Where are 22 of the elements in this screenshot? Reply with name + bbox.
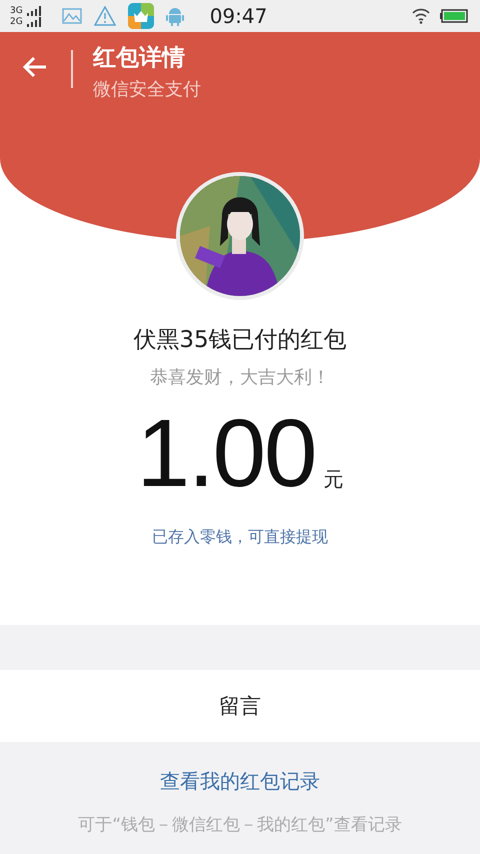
- signal-icon: [26, 16, 44, 26]
- warning-icon: [94, 6, 116, 26]
- sender-title: 伏黑35钱已付的红包: [133, 326, 347, 355]
- greeting-text: 恭喜发财，大吉大利！: [150, 366, 330, 389]
- clock-time: 09:47: [210, 4, 268, 28]
- network-label: 2G: [10, 16, 23, 26]
- back-arrow-icon[interactable]: [22, 56, 48, 78]
- records-link[interactable]: 查看我的红包记录: [160, 768, 320, 795]
- message-row[interactable]: 留言: [0, 670, 480, 742]
- network-label: 3G: [10, 6, 23, 16]
- android-icon: [166, 6, 184, 26]
- image-icon: [62, 8, 82, 24]
- app-icon: [128, 3, 154, 29]
- amount: 1.00: [136, 399, 316, 509]
- signal-icon: [26, 6, 44, 16]
- page-title: 红包详情: [93, 44, 186, 73]
- battery-icon: [440, 9, 468, 23]
- records-hint: 可于“钱包－微信红包－我的红包”查看记录: [78, 814, 402, 836]
- balance-note: 已存入零钱，可直接提现: [152, 527, 328, 548]
- currency-label: 元: [323, 466, 344, 493]
- wifi-icon: [412, 8, 430, 24]
- page-subtitle: 微信安全支付: [93, 78, 201, 101]
